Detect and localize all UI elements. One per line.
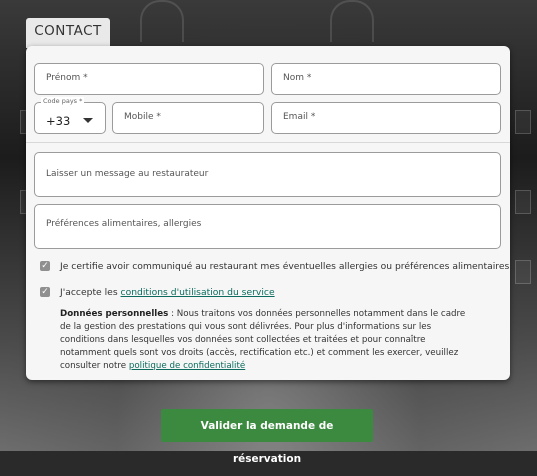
chevron-down-icon [83,118,93,123]
bg-arch [140,0,184,42]
bg-window [515,190,531,214]
bg-window [515,260,531,284]
nom-placeholder: Nom * [283,73,312,83]
conditions-checkbox-label: J'accepte les conditions d'utilisation d… [60,287,275,298]
submit-reservation-button[interactable]: Valider la demande de réservation [161,409,373,465]
privacy-policy-link[interactable]: politique de confidentialité [129,361,245,371]
mobile-placeholder: Mobile * [124,112,161,122]
message-textarea[interactable]: Laisser un message au restaurateur [34,152,501,197]
email-field[interactable]: Email * [271,102,501,134]
conditions-checkbox[interactable]: ✓ [40,287,50,297]
email-placeholder: Email * [283,112,316,122]
bg-window [515,110,531,134]
country-code-value: +33 [46,114,71,128]
message-placeholder: Laisser un message au restaurateur [46,169,209,179]
nom-field[interactable]: Nom * [271,63,501,95]
allergies-checkbox-label: Je certifie avoir communiqué au restaura… [60,261,510,272]
country-code-select[interactable]: Code pays * +33 [34,97,106,134]
legal-title: Données personnelles [60,309,169,319]
preferences-textarea[interactable]: Préférences alimentaires, allergies [34,204,501,249]
allergies-checkbox[interactable]: ✓ [40,261,50,271]
conditions-link[interactable]: conditions d'utilisation du service [121,287,275,298]
contact-form-card: Prénom * Nom * Code pays * +33 Mobile * … [26,46,510,380]
legal-notice: Données personnelles : Nous traitons vos… [60,308,472,373]
bg-arch [330,0,374,42]
prenom-field[interactable]: Prénom * [34,63,264,95]
mobile-field[interactable]: Mobile * [112,102,264,134]
conditions-prefix: J'accepte les [60,287,121,298]
contact-tab: CONTACT [26,18,110,48]
divider [26,142,510,143]
prenom-placeholder: Prénom * [46,73,88,83]
country-code-label: Code pays * [41,97,85,105]
preferences-placeholder: Préférences alimentaires, allergies [46,219,202,229]
